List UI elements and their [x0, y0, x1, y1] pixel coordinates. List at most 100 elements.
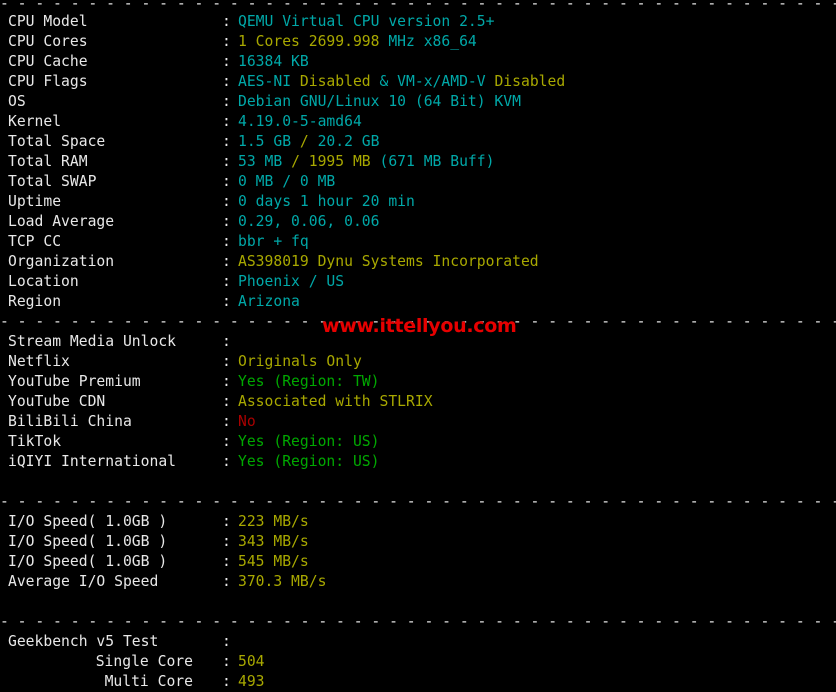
info-row: Total SWAP:0 MB / 0 MB [0, 172, 836, 192]
info-row-value: MHz x86_64 [388, 33, 477, 50]
info-row-value: Disabled [494, 73, 566, 90]
info-row-colon: : [222, 373, 231, 390]
spacer-io [0, 592, 836, 612]
info-row-label: TikTok [8, 433, 62, 450]
spacer-stream [0, 472, 836, 492]
divider-after-io: - - - - - - - - - - - - - - - - - - - - … [0, 613, 836, 630]
info-row-colon: : [222, 173, 231, 190]
info-row-label: OS [8, 93, 26, 110]
info-row: I/O Speed( 1.0GB ):223 MB/s [0, 512, 836, 532]
info-row-label: YouTube CDN [8, 393, 106, 410]
info-row-colon: : [222, 233, 231, 250]
info-row-colon: : [222, 153, 231, 170]
info-row-colon: : [222, 133, 231, 150]
info-row-value: 0 MB / 0 MB [238, 173, 336, 190]
info-row: Average I/O Speed:370.3 MB/s [0, 572, 836, 592]
info-row-value: Arizona [238, 293, 300, 310]
info-row: CPU Flags: AES-NI Disabled & VM-x/AMD-V D… [0, 72, 836, 92]
info-row-value: 223 MB/s [238, 513, 309, 530]
info-row-value: Yes (Region: TW) [238, 373, 380, 390]
info-row: Netflix: Originals Only [0, 352, 836, 372]
info-row: Uptime:0 days 1 hour 20 min [0, 192, 836, 212]
info-row-colon: : [222, 93, 231, 110]
info-row-colon: : [222, 33, 231, 50]
info-row-value: & VM-x/AMD-V [370, 73, 495, 90]
info-row-label: Organization [8, 253, 115, 270]
info-row-colon: : [222, 673, 231, 690]
info-row-value: 4.19.0-5-amd64 [238, 113, 362, 130]
info-row-colon: : [222, 293, 231, 310]
info-row: Multi Core:493 [0, 672, 836, 692]
info-row: Single Core:504 [0, 652, 836, 672]
info-row-value: 16384 KB [238, 53, 309, 70]
info-row-value: 0.29, 0.06, 0.06 [238, 213, 380, 230]
info-row-value: Disabled [299, 73, 371, 90]
info-row: Region: Arizona [0, 292, 836, 312]
info-row-value: bbr + fq [238, 233, 309, 250]
info-row: CPU Cache:16384 KB [0, 52, 836, 72]
info-row-label: TCP CC [8, 233, 62, 250]
info-row-label: iQIYI International [8, 453, 177, 470]
info-row-value: 20.2 GB [317, 133, 380, 150]
info-row-value: No [238, 413, 256, 430]
info-row: CPU Model: QEMU Virtual CPU version 2.5+ [0, 12, 836, 32]
info-row-value: (671 MB Buff) [379, 153, 495, 170]
info-row-colon: : [222, 553, 231, 570]
divider-top: - - - - - - - - - - - - - - - - - - - - … [0, 0, 836, 12]
info-row-value: AES-NI [238, 73, 300, 90]
info-row-label: Average I/O Speed [8, 573, 159, 590]
info-row-label: CPU Model [8, 13, 88, 30]
terminal-window: - - - - - - - - - - - - - - - - - - - - … [0, 0, 836, 690]
info-row-value: / [299, 133, 318, 150]
info-row: Organization: AS398019 Dynu Systems Incor… [0, 252, 836, 272]
info-row: Geekbench v5 Test: [0, 632, 836, 652]
info-row-colon: : [222, 333, 231, 350]
info-row-value: 53 MB [238, 153, 292, 170]
info-row: CPU Cores:1 Cores 2699.998 MHz x86_64 [0, 32, 836, 52]
info-row-value: AS398019 Dynu Systems Incorporated [238, 253, 539, 270]
info-row-label: Kernel [8, 113, 62, 130]
info-row-colon: : [222, 393, 231, 410]
info-row-value: Debian GNU/Linux 10 (64 Bit) KVM [238, 93, 521, 110]
section-system-info: CPU Model: QEMU Virtual CPU version 2.5+ C… [0, 12, 836, 312]
info-row-label: Stream Media Unlock [8, 333, 177, 350]
info-row: Kernel:4.19.0-5-amd64 [0, 112, 836, 132]
info-row: TikTok: Yes (Region: US) [0, 432, 836, 452]
info-row-label: I/O Speed( 1.0GB ) [8, 553, 168, 570]
info-row-colon: : [222, 353, 231, 370]
info-row: TCP CC: bbr + fq [0, 232, 836, 252]
info-row: I/O Speed( 1.0GB ):545 MB/s [0, 552, 836, 572]
info-row-label: I/O Speed( 1.0GB ) [8, 513, 168, 530]
info-row-label: Total Space [8, 133, 106, 150]
info-row-value: 0 days 1 hour 20 min [238, 193, 415, 210]
info-row-colon: : [222, 653, 231, 670]
info-row-colon: : [222, 513, 231, 530]
info-row-value: 1 Cores 2699.998 [238, 33, 389, 50]
info-row: YouTube Premium: Yes (Region: TW) [0, 372, 836, 392]
info-row: OS: Debian GNU/Linux 10 (64 Bit) KVM [0, 92, 836, 112]
info-row: Load Average:0.29, 0.06, 0.06 [0, 212, 836, 232]
info-row-colon: : [222, 73, 231, 90]
site-watermark: www.ittellyou.com [322, 315, 517, 337]
info-row-label: Netflix [8, 353, 70, 370]
info-row-label: Uptime [8, 193, 62, 210]
info-row-value: 343 MB/s [238, 533, 309, 550]
info-row-colon: : [222, 273, 231, 290]
info-row-colon: : [222, 433, 231, 450]
info-row: I/O Speed( 1.0GB ):343 MB/s [0, 532, 836, 552]
info-row-label: Single Core [95, 653, 193, 670]
info-row-value: 493 [238, 673, 265, 690]
info-row-label: I/O Speed( 1.0GB ) [8, 533, 168, 550]
info-row-label: Total RAM [8, 153, 88, 170]
info-row-colon: : [222, 13, 231, 30]
section-geekbench: Geekbench v5 Test: Single Core:504 Multi C… [0, 632, 836, 692]
section-io-speed: I/O Speed( 1.0GB ):223 MB/s I/O Speed( 1.… [0, 512, 836, 592]
info-row-value: 545 MB/s [238, 553, 309, 570]
info-row-colon: : [222, 253, 231, 270]
info-row: BiliBili China: No [0, 412, 836, 432]
info-row: Total RAM:53 MB / 1995 MB (671 MB Buff) [0, 152, 836, 172]
info-row-colon: : [222, 113, 231, 130]
info-row-label: Multi Core [104, 673, 193, 690]
info-row-colon: : [222, 533, 231, 550]
section-stream-media: Stream Media Unlock: Netflix: Originals On… [0, 332, 836, 472]
